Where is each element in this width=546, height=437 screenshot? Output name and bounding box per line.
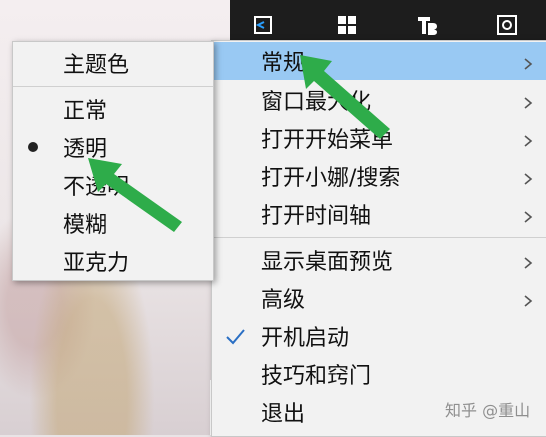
- submenu-header-label: 主题色: [63, 53, 130, 78]
- arrow-left-icon[interactable]: [252, 14, 274, 36]
- watermark: 知乎 @重山: [445, 401, 531, 420]
- menu-separator: [13, 86, 213, 87]
- green-arrow-icon: [88, 158, 182, 232]
- menu-item-label: 打开时间轴: [261, 204, 372, 229]
- menu-item-advanced[interactable]: 高级: [212, 279, 546, 317]
- menu-item-label: 开机启动: [261, 326, 350, 351]
- chevron-right-icon: [521, 92, 535, 109]
- menu-item-label: 高级: [261, 288, 306, 313]
- chevron-right-icon: [521, 130, 535, 147]
- chevron-right-icon: [521, 53, 535, 70]
- submenu-item-acrylic[interactable]: 亚克力: [13, 242, 213, 280]
- settings-square-icon[interactable]: [496, 14, 518, 36]
- tb-logo-icon[interactable]: [416, 14, 438, 36]
- menu-item-label: 技巧和窍门: [261, 364, 372, 389]
- submenu-item-normal[interactable]: 正常: [13, 90, 213, 128]
- chevron-right-icon: [521, 290, 535, 307]
- taskbar: [230, 0, 546, 45]
- radio-bullet-icon: [28, 142, 38, 152]
- menu-separator: [212, 237, 546, 238]
- submenu-header-theme-color: 主题色: [13, 44, 213, 82]
- chevron-right-icon: [521, 206, 535, 223]
- menu-item-label: 退出: [261, 402, 306, 427]
- menu-item-start-on-boot[interactable]: 开机启动: [212, 317, 546, 355]
- submenu-item-label: 正常: [63, 99, 108, 124]
- checkmark-icon: [224, 325, 246, 347]
- menu-item-open-timeline[interactable]: 打开时间轴: [212, 195, 546, 233]
- menu-item-label: 打开小娜/搜索: [261, 166, 401, 191]
- chevron-right-icon: [521, 168, 535, 185]
- windows-grid-icon[interactable]: [336, 14, 358, 36]
- chevron-right-icon: [521, 252, 535, 269]
- menu-item-show-desktop-preview[interactable]: 显示桌面预览: [212, 241, 546, 279]
- menu-item-label: 显示桌面预览: [261, 250, 394, 275]
- green-arrow-icon: [300, 55, 390, 139]
- menu-item-tips-and-tricks[interactable]: 技巧和窍门: [212, 355, 546, 393]
- menu-item-open-cortana-search[interactable]: 打开小娜/搜索: [212, 157, 546, 195]
- submenu-item-label: 亚克力: [63, 251, 130, 276]
